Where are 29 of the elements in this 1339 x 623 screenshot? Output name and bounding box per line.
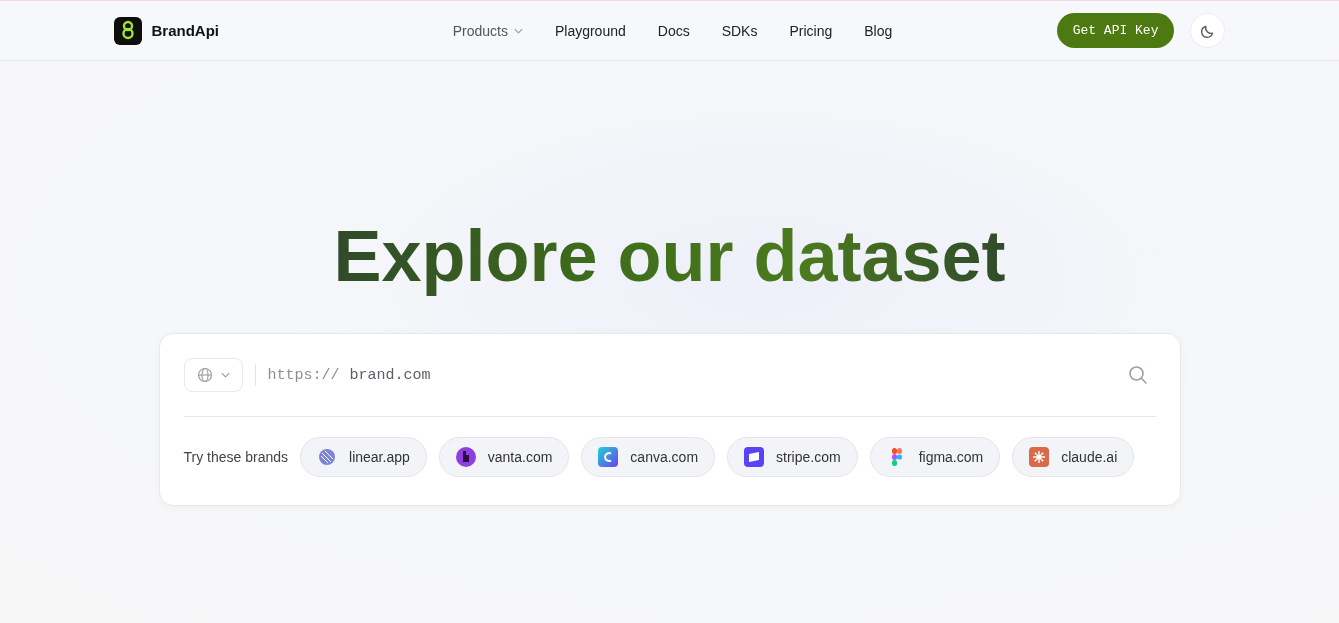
brand-chip[interactable]: stripe.com <box>727 437 858 477</box>
logo-icon <box>113 16 142 45</box>
globe-icon <box>196 367 213 383</box>
get-api-key-button[interactable]: Get API Key <box>1056 13 1175 48</box>
striped-circle-icon <box>317 447 338 467</box>
brand-chip[interactable]: linear.app <box>300 437 427 477</box>
nav-link[interactable]: Pricing <box>789 22 833 39</box>
chevron-down-icon <box>220 372 230 378</box>
brand-chip[interactable]: canva.com <box>581 437 716 477</box>
region-select[interactable] <box>183 358 243 392</box>
nav-link[interactable]: Docs <box>657 22 690 39</box>
starburst-icon <box>1029 447 1050 467</box>
brand-chip[interactable]: figma.com <box>869 437 1001 477</box>
url-prefix: https:// <box>267 366 340 384</box>
url-input[interactable]: brand.com <box>347 365 1128 385</box>
brand-name: BrandApi <box>151 22 219 39</box>
nav-link[interactable]: Blog <box>864 22 893 39</box>
chevron-down-icon <box>513 27 523 34</box>
brand-chip[interactable]: vanta.com <box>438 437 570 477</box>
brand-chip[interactable]: claude.ai <box>1012 437 1135 477</box>
nav-link[interactable]: Products <box>452 22 523 39</box>
search-icon[interactable] <box>1127 365 1148 385</box>
nav-link[interactable]: SDKs <box>721 22 758 39</box>
vanta-logo-icon <box>455 447 476 467</box>
theme-toggle-button[interactable] <box>1190 13 1226 48</box>
canva-logo-icon <box>598 447 619 467</box>
suggestions-label: Try these brands <box>183 449 289 465</box>
nav-link[interactable]: Playground <box>554 22 626 39</box>
stripe-logo-icon <box>744 447 765 467</box>
